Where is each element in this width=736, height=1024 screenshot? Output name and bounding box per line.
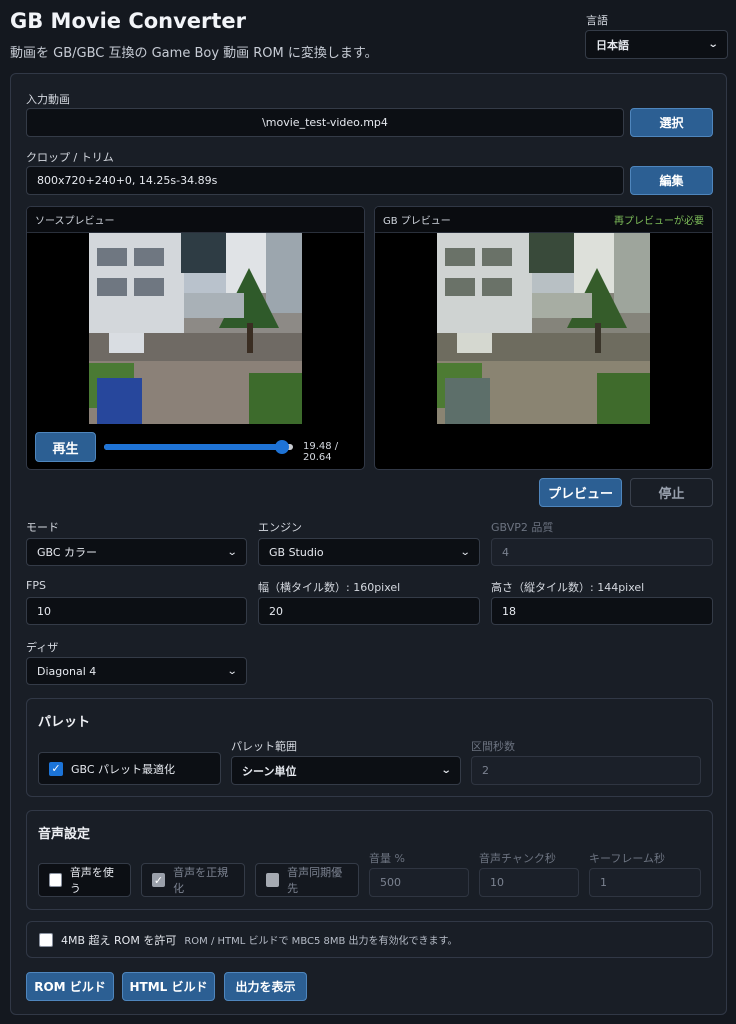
mode-select-value: GBC カラー	[37, 546, 98, 559]
height-label: 高さ（縦タイル数）: 144pixel	[491, 581, 645, 594]
rom-4mb-row: 4MB 超え ROM を許可 ROM / HTML ビルドで MBC5 8MB …	[26, 921, 713, 958]
language-select-value: 日本語	[596, 38, 629, 52]
playback-slider-fill	[104, 444, 283, 450]
dither-select-value: Diagonal 4	[37, 664, 97, 678]
volume-input[interactable]: 500	[369, 868, 469, 897]
playback-slider-thumb[interactable]	[275, 440, 290, 454]
rom-build-button[interactable]: ROM ビルド	[26, 972, 114, 1001]
preview-button[interactable]: プレビュー	[539, 478, 622, 507]
gb-preview-title: GB プレビュー	[383, 216, 451, 227]
use-audio-toggle[interactable]: 音声を使う	[38, 863, 131, 897]
palette-range-value: シーン単位	[242, 764, 297, 778]
audio-sync-label: 音声同期優先	[287, 866, 343, 895]
normalize-audio-label: 音声を正規化	[173, 866, 229, 895]
input-video-label: 入力動画	[26, 93, 70, 106]
play-button[interactable]: 再生	[35, 432, 96, 462]
source-preview-header: ソースプレビュー	[27, 207, 364, 233]
gb-preview-panel: GB プレビュー 再プレビューが必要	[374, 206, 713, 470]
palette-range-select[interactable]: シーン単位 ⌄	[231, 756, 461, 785]
gb-preview-status: 再プレビューが必要	[614, 216, 704, 227]
fps-input[interactable]: 10	[26, 597, 247, 625]
language-label: 言語	[586, 14, 608, 27]
chevron-down-icon: ⌄	[226, 665, 238, 677]
source-preview-title: ソースプレビュー	[35, 216, 115, 227]
mode-select[interactable]: GBC カラー ⌄	[26, 538, 247, 566]
chunk-input[interactable]: 10	[479, 868, 579, 897]
engine-select-value: GB Studio	[269, 545, 324, 559]
engine-select[interactable]: GB Studio ⌄	[258, 538, 480, 566]
source-preview-panel: ソースプレビュー 再生 19.48 / 20.64	[26, 206, 365, 470]
gb-preview-header: GB プレビュー 再プレビューが必要	[375, 207, 712, 233]
chevron-down-icon: ⌄	[226, 546, 238, 558]
show-output-button[interactable]: 出力を表示	[224, 972, 307, 1001]
width-input[interactable]: 20	[258, 597, 480, 625]
use-audio-label: 音声を使う	[69, 866, 114, 895]
stop-button[interactable]: 停止	[630, 478, 713, 507]
source-video-frame	[89, 233, 302, 424]
checkbox-icon[interactable]	[49, 873, 62, 887]
interval-label: 区間秒数	[471, 740, 515, 753]
crop-trim-label: クロップ / トリム	[26, 151, 114, 164]
input-video-field[interactable]: \movie_test-video.mp4	[26, 108, 624, 137]
crop-trim-field[interactable]: 800x720+240+0, 14.25s-34.89s	[26, 166, 624, 195]
normalize-audio-toggle[interactable]: ✓ 音声を正規化	[141, 863, 245, 897]
keyframe-label: キーフレーム秒	[589, 852, 666, 865]
app-title: GB Movie Converter	[10, 9, 247, 33]
rom-4mb-label: 4MB 超え ROM を許可	[61, 933, 177, 947]
checkbox-checked-icon[interactable]: ✓	[152, 873, 166, 887]
quality-input[interactable]: 4	[491, 538, 713, 566]
playback-time: 19.48 / 20.64	[303, 441, 339, 463]
chevron-down-icon: ⌄	[707, 39, 719, 50]
checkbox-checked-icon[interactable]: ✓	[49, 761, 63, 776]
chevron-down-icon: ⌄	[440, 765, 452, 776]
app-subtitle: 動画を GB/GBC 互換の Game Boy 動画 ROM に変換します。	[10, 46, 378, 61]
chunk-label: 音声チャンク秒	[479, 852, 556, 865]
keyframe-input[interactable]: 1	[589, 868, 701, 897]
chevron-down-icon: ⌄	[459, 546, 471, 558]
checkbox-icon[interactable]	[39, 932, 53, 947]
edit-crop-button[interactable]: 編集	[630, 166, 713, 195]
palette-optimize-toggle[interactable]: ✓ GBC パレット最適化	[38, 752, 221, 785]
audio-title: 音声設定	[38, 827, 91, 842]
engine-label: エンジン	[258, 521, 302, 534]
palette-title: パレット	[38, 715, 91, 730]
volume-label: 音量 %	[369, 852, 405, 865]
audio-sync-toggle[interactable]: 音声同期優先	[255, 863, 359, 897]
dither-label: ディザ	[26, 641, 59, 654]
palette-range-label: パレット範囲	[231, 740, 297, 753]
width-label: 幅（横タイル数）: 160pixel	[258, 581, 401, 594]
gb-video-frame	[437, 233, 650, 424]
select-file-button[interactable]: 選択	[630, 108, 713, 137]
height-input[interactable]: 18	[491, 597, 713, 625]
quality-label: GBVP2 品質	[491, 521, 554, 534]
palette-optimize-label: GBC パレット最適化	[71, 762, 176, 776]
fps-label: FPS	[26, 579, 46, 592]
dither-select[interactable]: Diagonal 4 ⌄	[26, 657, 247, 685]
language-select[interactable]: 日本語 ⌄	[585, 30, 728, 59]
rom-4mb-description: ROM / HTML ビルドで MBC5 8MB 出力を有効化できます。	[184, 936, 458, 947]
html-build-button[interactable]: HTML ビルド	[122, 972, 215, 1001]
playback-slider[interactable]	[104, 440, 293, 454]
mode-label: モード	[26, 521, 59, 534]
interval-input[interactable]: 2	[471, 756, 701, 785]
checkbox-icon[interactable]	[266, 873, 280, 887]
